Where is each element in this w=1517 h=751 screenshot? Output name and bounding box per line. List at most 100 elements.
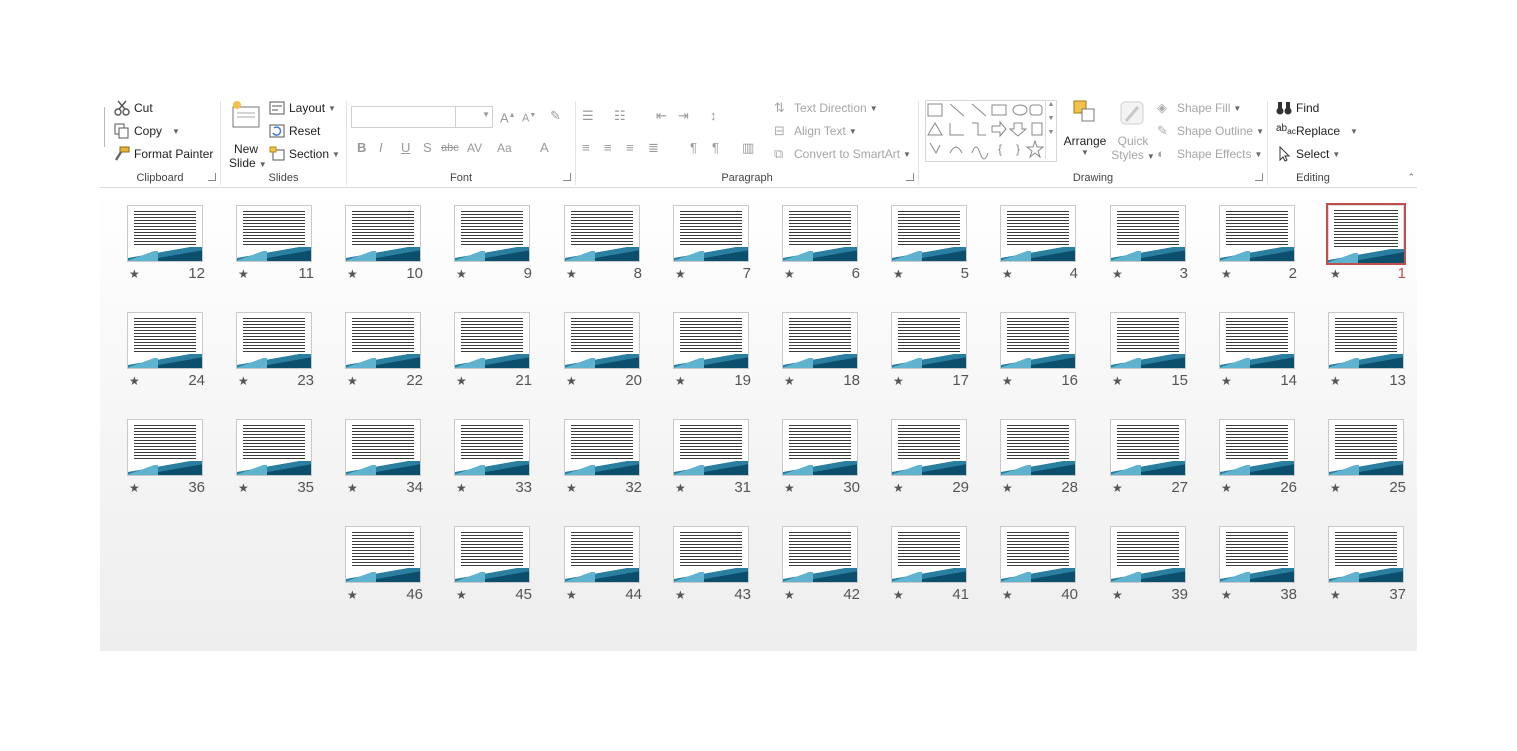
star-icon[interactable]: ★ [1112, 267, 1123, 281]
slide-preview[interactable] [782, 526, 858, 583]
slide-preview[interactable] [127, 205, 203, 262]
replace-button[interactable]: abac Replace ▼ [1276, 121, 1358, 141]
align-text-button[interactable]: ⊟ Align Text ▼ [774, 121, 857, 141]
convert-smartart-button[interactable]: ⧉ Convert to SmartArt ▼ [774, 144, 911, 164]
underline-button[interactable]: U [401, 139, 410, 157]
slide-preview[interactable] [454, 205, 530, 262]
slide-thumbnail[interactable]: ★ 19 [673, 312, 751, 390]
slide-thumbnail[interactable]: ★ 14 [1219, 312, 1297, 390]
slide-preview[interactable] [782, 419, 858, 476]
change-case-button[interactable]: Aa [497, 139, 512, 157]
slide-thumbnail[interactable]: ★ 28 [1000, 419, 1078, 497]
copy-dropdown-icon[interactable]: ▼ [172, 127, 180, 136]
star-icon[interactable]: ★ [566, 588, 577, 602]
slide-preview[interactable] [564, 205, 640, 262]
columns-icon[interactable]: ▥ [742, 139, 754, 157]
slide-preview[interactable] [782, 312, 858, 369]
slide-preview[interactable] [236, 205, 312, 262]
slide-thumbnail[interactable]: ★ 31 [673, 419, 751, 497]
slide-thumbnail[interactable]: ★ 35 [236, 419, 314, 497]
clipboard-dialog-launcher[interactable] [208, 173, 216, 181]
star-icon[interactable]: ★ [238, 374, 249, 388]
slide-preview[interactable] [1110, 526, 1186, 583]
justify-icon[interactable]: ≣ [648, 139, 659, 157]
star-icon[interactable]: ★ [456, 267, 467, 281]
replace-dropdown-icon[interactable]: ▼ [1350, 127, 1358, 136]
align-center-icon[interactable]: ≡ [604, 139, 612, 157]
slide-preview[interactable] [564, 312, 640, 369]
reset-button[interactable]: Reset [269, 121, 320, 141]
star-icon[interactable]: ★ [784, 267, 795, 281]
shape-fill-button[interactable]: ◈ Shape Fill ▼ [1157, 98, 1241, 118]
slide-preview[interactable] [673, 526, 749, 583]
slide-thumbnail[interactable]: ★ 3 [1110, 205, 1188, 283]
character-spacing-button[interactable]: AV [467, 139, 482, 157]
paste-button-edge[interactable] [100, 107, 105, 147]
slide-thumbnail[interactable]: ★ 38 [1219, 526, 1297, 604]
star-icon[interactable]: ★ [347, 481, 358, 495]
slide-preview[interactable] [564, 526, 640, 583]
slide-thumbnail[interactable]: ★ 25 [1328, 419, 1406, 497]
find-button[interactable]: Find [1276, 98, 1319, 118]
slide-thumbnail[interactable]: ★ 26 [1219, 419, 1297, 497]
increase-indent-icon[interactable]: ⇥ [678, 107, 689, 125]
slide-thumbnail[interactable]: ★ 32 [564, 419, 642, 497]
slide-thumbnail[interactable]: ★ 10 [345, 205, 423, 283]
star-icon[interactable]: ★ [347, 374, 358, 388]
collapse-ribbon-icon[interactable]: ⌃ [1407, 172, 1415, 183]
star-icon[interactable]: ★ [456, 374, 467, 388]
slide-preview[interactable] [345, 205, 421, 262]
slide-thumbnail[interactable]: ★ 45 [454, 526, 532, 604]
slide-thumbnail[interactable]: ★ 37 [1328, 526, 1406, 604]
slide-preview[interactable] [454, 419, 530, 476]
slide-preview[interactable] [1328, 526, 1404, 583]
star-icon[interactable]: ★ [1221, 267, 1232, 281]
shape-effects-button[interactable]: ◐ Shape Effects ▼ [1157, 144, 1262, 164]
slide-preview[interactable] [891, 526, 967, 583]
select-button[interactable]: Select ▼ [1276, 144, 1340, 164]
slide-preview[interactable] [891, 312, 967, 369]
slide-preview[interactable] [1110, 205, 1186, 262]
slide-preview[interactable] [1328, 419, 1404, 476]
star-icon[interactable]: ★ [893, 588, 904, 602]
star-icon[interactable]: ★ [1002, 374, 1013, 388]
slide-thumbnail[interactable]: ★ 15 [1110, 312, 1188, 390]
ltr-direction-icon[interactable]: ¶ [690, 139, 697, 157]
slide-thumbnail[interactable]: ★ 24 [127, 312, 205, 390]
slide-thumbnail[interactable]: ★ 22 [345, 312, 423, 390]
star-icon[interactable]: ★ [1112, 374, 1123, 388]
clear-formatting-icon[interactable]: ✎ [550, 107, 561, 125]
shapes-gallery-scroll[interactable]: ▲ ▼ ▼ [1045, 101, 1056, 159]
shapes-gallery[interactable]: {} ▲ ▼ ▼ [925, 100, 1057, 162]
quick-styles-button[interactable]: Quick Styles ▼ [1111, 99, 1155, 169]
section-button[interactable]: Section ▼ [269, 144, 340, 164]
font-size-field[interactable]: ▼ [455, 106, 493, 128]
slide-preview[interactable] [1110, 419, 1186, 476]
slide-thumbnail[interactable]: ★ 40 [1000, 526, 1078, 604]
numbering-icon[interactable]: ☷ [614, 107, 626, 125]
star-icon[interactable]: ★ [1002, 481, 1013, 495]
slide-preview[interactable] [345, 419, 421, 476]
slide-thumbnail[interactable]: ★ 21 [454, 312, 532, 390]
star-icon[interactable]: ★ [1221, 481, 1232, 495]
slide-thumbnail[interactable]: ★ 39 [1110, 526, 1188, 604]
font-name-field[interactable] [351, 106, 457, 128]
slide-preview[interactable] [236, 312, 312, 369]
slide-preview[interactable] [454, 526, 530, 583]
star-icon[interactable]: ★ [675, 588, 686, 602]
slide-preview[interactable] [673, 419, 749, 476]
bold-button[interactable]: B [357, 139, 366, 157]
slide-preview[interactable] [782, 205, 858, 262]
layout-button[interactable]: Layout ▼ [269, 98, 336, 118]
slide-thumbnail[interactable]: ★ 41 [891, 526, 969, 604]
drawing-dialog-launcher[interactable] [1255, 173, 1263, 181]
text-shadow-button[interactable]: S [423, 139, 432, 157]
star-icon[interactable]: ★ [675, 374, 686, 388]
slide-preview[interactable] [345, 312, 421, 369]
strikethrough-button[interactable]: abc [441, 139, 459, 157]
slide-thumbnail[interactable]: ★ 36 [127, 419, 205, 497]
slide-thumbnail[interactable]: ★ 13 [1328, 312, 1406, 390]
slide-thumbnail[interactable]: ★ 16 [1000, 312, 1078, 390]
star-icon[interactable]: ★ [784, 588, 795, 602]
slide-thumbnail[interactable]: ★ 4 [1000, 205, 1078, 283]
